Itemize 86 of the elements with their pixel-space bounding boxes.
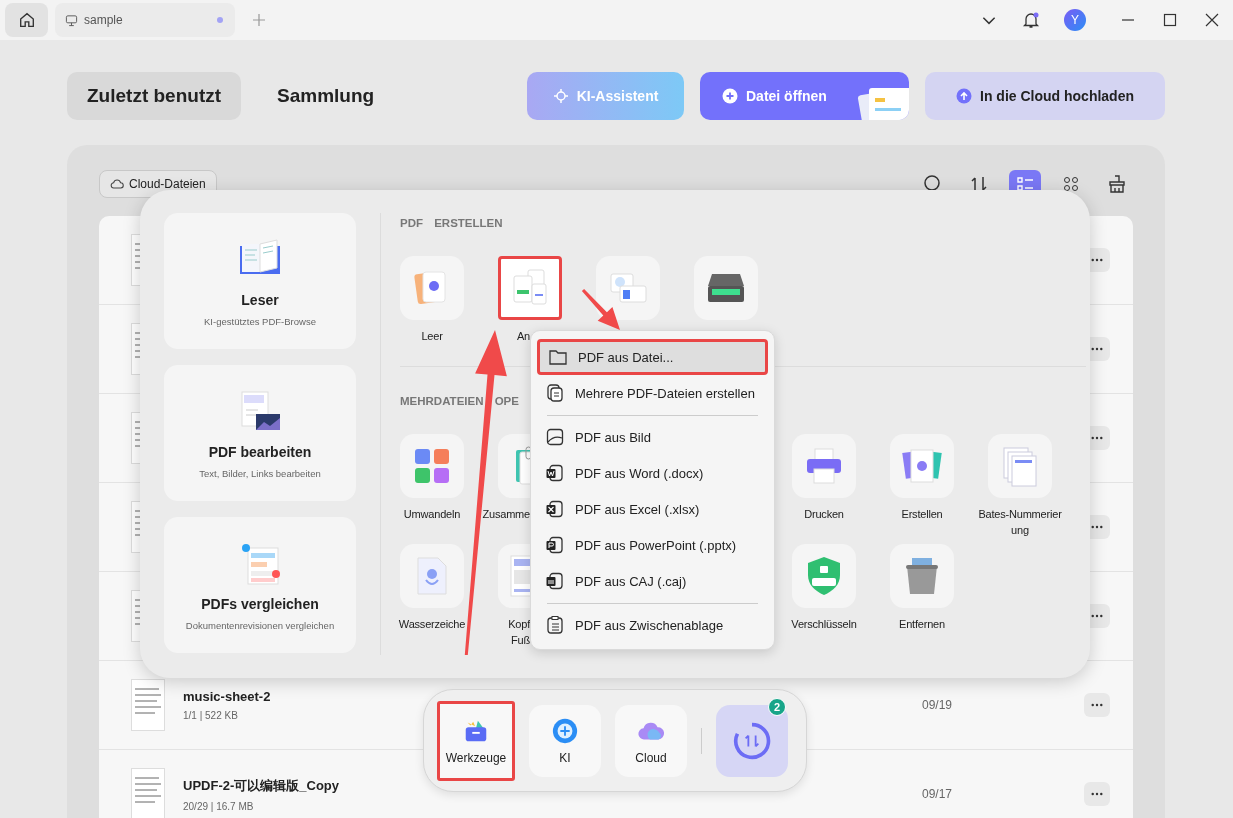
files-icon [545, 383, 565, 403]
file-thumbnail [131, 679, 165, 731]
more-button[interactable] [1084, 693, 1110, 717]
tool-tile[interactable] [890, 544, 954, 608]
tool-tile[interactable] [694, 256, 758, 320]
dots-icon [1091, 703, 1103, 707]
upload-icon [956, 88, 972, 104]
image-icon [545, 427, 565, 447]
arrow [581, 289, 620, 330]
tool-label: Erstellen [900, 507, 944, 522]
menu-item[interactable]: PDF aus Excel (.xlsx) [537, 491, 768, 527]
tool-label: Verschlüsseln [790, 617, 858, 632]
feature-card[interactable]: PDF bearbeiten Text, Bilder, Links bearbeiten [164, 365, 356, 501]
clipboard-icon [545, 615, 565, 635]
section-heading: MEHRDATEIEN OPE [400, 394, 519, 409]
tool-label: Bates-Nummerierung [977, 507, 1063, 538]
tool-tile[interactable] [988, 434, 1052, 498]
ai-button[interactable]: KI [529, 704, 601, 777]
menu-item[interactable]: PDF aus Bild [537, 419, 768, 455]
nav-tab[interactable]: Sammlung [257, 72, 395, 120]
menu-item[interactable]: PDF aus Datei... [537, 339, 768, 375]
dots-icon [1091, 525, 1103, 529]
ai-orb-icon [551, 716, 579, 745]
tool-tile[interactable] [890, 434, 954, 498]
transfer-icon [732, 720, 772, 761]
powerpoint-icon [545, 535, 565, 555]
tool-tile[interactable] [400, 256, 464, 320]
plus-circle-icon [722, 88, 738, 104]
tool-tile[interactable] [498, 256, 562, 320]
tool-label: Kopf Fuß [508, 617, 530, 648]
caj-icon [545, 571, 565, 591]
menu-item[interactable]: PDF aus Word (.docx) [537, 455, 768, 491]
tool-label: Leer [420, 329, 444, 344]
tool-label: An [516, 329, 530, 344]
file-name: music-sheet-2 [183, 689, 271, 704]
cloud-button[interactable]: Cloud [615, 704, 687, 777]
tool-tile[interactable] [400, 434, 464, 498]
tool-tile[interactable] [400, 544, 464, 608]
dots-icon [1091, 436, 1103, 440]
file-info: 20/29 | 16.7 MB [183, 800, 254, 812]
tool-label: Entfernen [898, 617, 946, 632]
document-tab[interactable]: sample [55, 3, 235, 37]
user-avatar[interactable]: Y [1064, 9, 1086, 31]
close-icon[interactable] [1204, 12, 1220, 28]
file-date: 09/17 [922, 787, 954, 801]
menu-item[interactable]: PDF aus Zwischenablage [537, 607, 768, 643]
count-badge: 2 [768, 698, 786, 716]
section-heading: PDF ERSTELLEN [400, 216, 503, 231]
tool-tile[interactable] [792, 544, 856, 608]
tool-label: Wasserzeiche [397, 617, 467, 632]
home-icon [17, 11, 36, 29]
dots-icon [1091, 614, 1103, 618]
dots-icon [1091, 347, 1103, 351]
more-button[interactable] [1084, 782, 1110, 806]
tool-label: Drucken [803, 507, 845, 522]
menu-item[interactable]: PDF aus CAJ (.caj) [537, 563, 768, 599]
menu-item[interactable]: PDF aus PowerPoint (.pptx) [537, 527, 768, 563]
bell-icon[interactable] [1022, 11, 1040, 29]
menu-item[interactable]: Mehrere PDF-Dateien erstellen [537, 375, 768, 411]
maximize-icon[interactable] [1162, 12, 1178, 28]
cloud-icon [110, 177, 124, 191]
dots-icon [1091, 258, 1103, 262]
monitor-icon [65, 13, 78, 27]
folder-icon [548, 347, 568, 367]
home-button[interactable] [5, 3, 48, 37]
tool-tile[interactable] [792, 434, 856, 498]
tool-label: Zusamme [482, 507, 530, 522]
file-name: UPDF-2-可以编辑版_Copy [183, 776, 339, 795]
excel-icon [545, 499, 565, 519]
tools-button[interactable]: Werkzeuge [437, 700, 515, 781]
upload-button[interactable]: In die Cloud hochladen [925, 72, 1165, 120]
tab-title: sample [84, 13, 124, 27]
transfer-button[interactable] [716, 704, 788, 777]
target-icon [552, 88, 569, 104]
word-icon [545, 463, 565, 483]
tool-label: Umwandeln [402, 507, 462, 522]
grid-icon [1061, 174, 1081, 194]
file-info: 1/1 | 522 KB [183, 710, 238, 721]
file-date: 09/19 [922, 698, 954, 712]
feature-card[interactable]: Leser KI-gestütztes PDF-Browse [164, 213, 356, 349]
open-file-button[interactable]: Datei öffnen [700, 72, 909, 120]
dots-icon [1091, 792, 1103, 796]
tool-tile[interactable] [596, 256, 660, 320]
nav-tab[interactable]: Zuletzt benutzt [67, 72, 242, 120]
feature-card[interactable]: PDFs vergleichen Dokumentenrevisionen vergleichen [164, 517, 356, 653]
broom-icon [1107, 174, 1127, 194]
